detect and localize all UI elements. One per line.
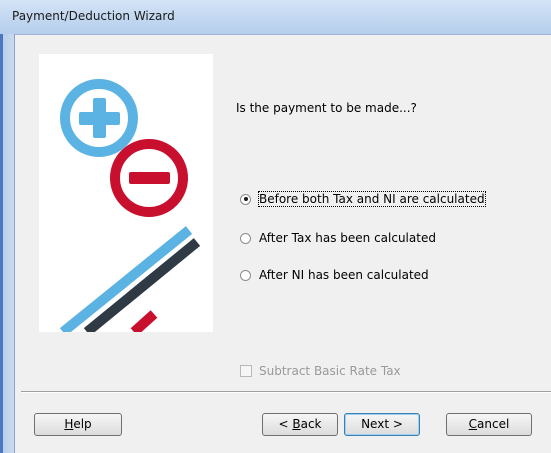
cancel-mnemonic: C: [468, 417, 478, 431]
title-bar[interactable]: Payment/Deduction Wizard: [0, 0, 551, 35]
question-text: Is the payment to be made...?: [236, 101, 417, 115]
checkbox-label: Subtract Basic Rate Tax: [259, 364, 401, 378]
radio-selected-dot: [243, 197, 248, 201]
back-button[interactable]: < Back: [262, 413, 338, 436]
window-title: Payment/Deduction Wizard: [12, 9, 175, 23]
help-label-rest: elp: [73, 417, 92, 431]
frame-accent: [0, 34, 3, 453]
wizard-window: Payment/Deduction Wizard Is the payment …: [0, 0, 551, 453]
next-button[interactable]: Next >: [344, 413, 420, 436]
next-label: Next >: [361, 417, 403, 431]
back-prefix: <: [278, 417, 293, 431]
subtract-basic-rate-tax-checkbox[interactable]: Subtract Basic Rate Tax: [240, 364, 401, 378]
radio-button-icon[interactable]: [240, 193, 251, 205]
cancel-button[interactable]: Cancel: [446, 413, 532, 436]
back-mnemonic: B: [292, 417, 301, 431]
window-frame-left: [0, 34, 15, 453]
checkbox-box[interactable]: [240, 365, 252, 377]
radio-after-tax[interactable]: After Tax has been calculated: [240, 229, 436, 247]
radio-label[interactable]: Before both Tax and NI are calculated: [258, 191, 486, 207]
back-label-rest: ack: [300, 417, 322, 431]
minus-icon: [110, 139, 188, 217]
radio-button-icon[interactable]: [240, 232, 251, 244]
radio-before-tax-and-ni[interactable]: Before both Tax and NI are calculated: [240, 190, 486, 208]
plus-icon: [60, 79, 138, 157]
radio-after-ni[interactable]: After NI has been calculated: [240, 266, 429, 284]
wizard-banner-image: [39, 54, 213, 332]
diagonal-stripes: [59, 226, 201, 332]
radio-button-icon[interactable]: [240, 269, 251, 281]
radio-label[interactable]: After NI has been calculated: [259, 268, 429, 282]
wizard-content: Is the payment to be made...? Before bot…: [15, 35, 551, 453]
button-separator: [21, 391, 551, 393]
help-button[interactable]: Help: [34, 413, 122, 436]
help-mnemonic: H: [64, 417, 74, 431]
plus-minus-graphic: [59, 79, 201, 332]
radio-label[interactable]: After Tax has been calculated: [259, 231, 436, 245]
cancel-label-rest: ancel: [477, 417, 510, 431]
